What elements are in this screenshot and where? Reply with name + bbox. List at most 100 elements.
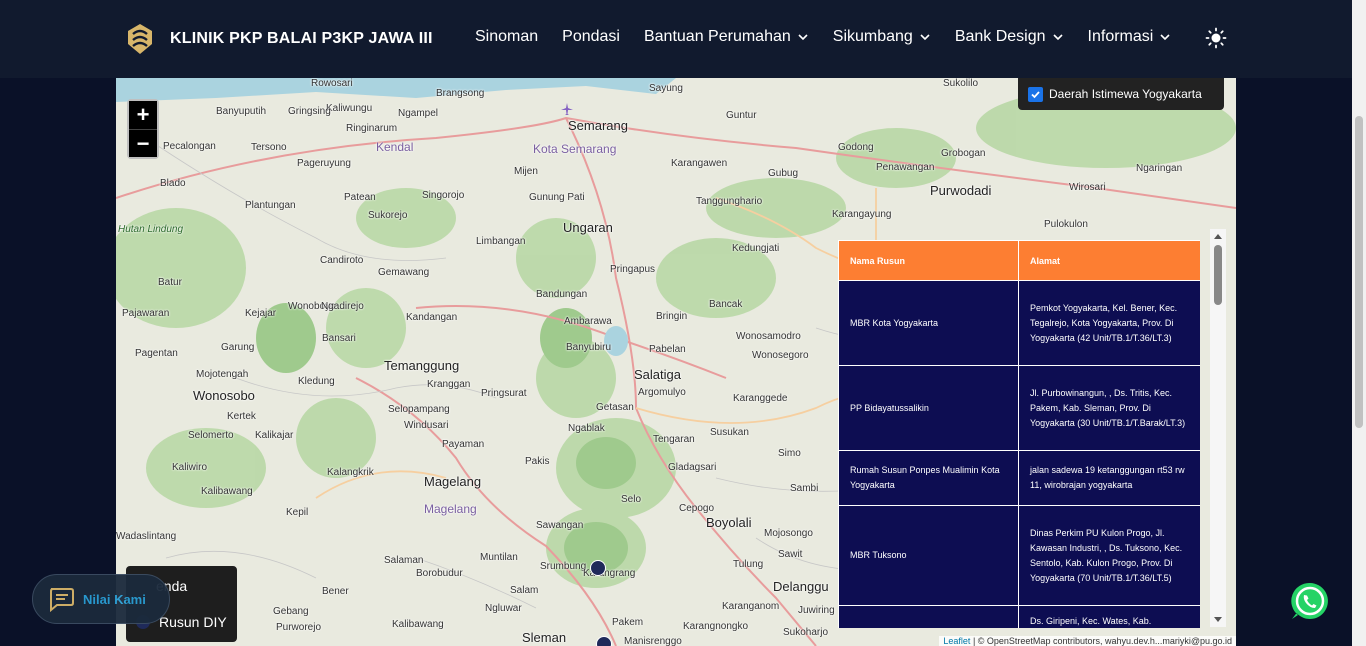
feedback-button[interactable]: Nilai Kami bbox=[32, 574, 170, 624]
map-label: Bringin bbox=[656, 311, 688, 322]
map-label: Salam bbox=[510, 585, 539, 596]
table-row[interactable]: MBR Tuksono Dinas Perkim PU Kulon Progo,… bbox=[838, 505, 1200, 606]
map-label: Pagentan bbox=[135, 348, 178, 359]
map-attribution: Leaflet | © OpenStreetMap contributors, … bbox=[939, 636, 1236, 646]
map-label: Karangayung bbox=[832, 209, 892, 220]
chevron-down-icon bbox=[1052, 34, 1063, 41]
sun-icon[interactable] bbox=[1205, 27, 1227, 49]
map-label: Pajawaran bbox=[122, 308, 170, 319]
map-label: Sleman bbox=[522, 630, 567, 645]
nav-label: Bank Design bbox=[954, 28, 1046, 45]
map-label: Batur bbox=[158, 277, 182, 288]
map-label: Wonosobo bbox=[193, 388, 255, 403]
nav-pondasi[interactable]: Pondasi bbox=[562, 28, 620, 46]
map-label: Pulokulon bbox=[1044, 219, 1088, 230]
map-label: Gebang bbox=[273, 606, 309, 617]
map-label: Cepogo bbox=[679, 503, 715, 514]
chat-icon bbox=[50, 588, 74, 612]
layer-label: Daerah Istimewa Yogyakarta bbox=[1049, 87, 1202, 101]
nav-informasi[interactable]: Informasi bbox=[1088, 28, 1172, 46]
map-label: Getasan bbox=[596, 402, 634, 413]
map-label: Gunung Pati bbox=[529, 192, 585, 203]
nav-label: Sinoman bbox=[475, 28, 539, 45]
nav-label: Bantuan Perumahan bbox=[643, 28, 791, 45]
map-label: Garung bbox=[221, 342, 255, 353]
map-label: Kaliwungu bbox=[326, 103, 373, 114]
nav-sinoman[interactable]: Sinoman bbox=[475, 28, 538, 46]
whatsapp-icon[interactable] bbox=[1289, 580, 1331, 622]
cell-alamat: Dinas Perkim PU Kulon Progo, Jl. Kawasan… bbox=[1018, 505, 1200, 606]
main-nav: Sinoman Pondasi Bantuan Perumahan Sikumb… bbox=[475, 28, 1195, 46]
brand[interactable]: KLINIK PKP BALAI P3KP JAWA III bbox=[122, 22, 433, 56]
map-label: Tengaran bbox=[653, 434, 695, 445]
cell-nama: MBR Tuksono bbox=[838, 505, 1019, 606]
rusun-marker[interactable] bbox=[590, 560, 606, 576]
rusun-marker[interactable] bbox=[596, 636, 612, 646]
map-label: Mojosongo bbox=[764, 528, 813, 539]
map-label: Tersono bbox=[251, 142, 287, 153]
map-label: Srumbung bbox=[540, 561, 587, 572]
map-label: Pakis bbox=[525, 456, 550, 467]
map-label: Wirosari bbox=[1069, 182, 1106, 193]
layer-checkbox[interactable] bbox=[1028, 86, 1043, 102]
map-label: Ngadirejo bbox=[321, 301, 364, 312]
map-label: Sukorejo bbox=[368, 210, 408, 221]
table-row[interactable]: PP Bidayatussalikin Jl. Purbowinangun, ,… bbox=[838, 365, 1200, 451]
cell-alamat: Jl. Purbowinangun, , Ds. Tritis, Kec. Pa… bbox=[1018, 365, 1200, 451]
leaflet-link[interactable]: Leaflet bbox=[943, 636, 970, 646]
column-header-alamat[interactable]: Alamat bbox=[1018, 240, 1200, 281]
chevron-down-icon bbox=[1160, 34, 1170, 41]
column-header-nama[interactable]: Nama Rusun bbox=[838, 240, 1019, 281]
map-label: Susukan bbox=[710, 427, 749, 438]
map-label: Grobogan bbox=[941, 148, 986, 159]
map-label: Sayung bbox=[649, 83, 683, 94]
map-label: Kledung bbox=[298, 376, 335, 387]
cell-alamat: Pemkot Yogyakarta, Kel. Bener, Kec. Tega… bbox=[1018, 280, 1200, 366]
map-label: Sukolilo bbox=[943, 78, 979, 89]
map-label: Manisrenggo bbox=[624, 636, 682, 646]
logo-icon bbox=[128, 24, 152, 54]
map-label: Kedungjati bbox=[732, 243, 780, 254]
map-label: Ngablak bbox=[568, 423, 605, 434]
cell-nama bbox=[838, 605, 1019, 628]
zoom-out-button[interactable]: − bbox=[129, 129, 157, 157]
brand-title: KLINIK PKP BALAI P3KP JAWA III bbox=[170, 30, 433, 47]
scroll-down-icon[interactable] bbox=[1214, 617, 1222, 622]
page-scrollbar[interactable] bbox=[1352, 0, 1366, 646]
map-label: Selo bbox=[621, 494, 642, 505]
airport-icon bbox=[561, 103, 573, 115]
map-label: Candiroto bbox=[320, 255, 364, 266]
table-scrollbar-thumb[interactable] bbox=[1214, 245, 1222, 305]
scroll-up-icon[interactable] bbox=[1214, 234, 1222, 239]
nav-label: Pondasi bbox=[562, 28, 620, 45]
nav-bantuan-perumahan[interactable]: Bantuan Perumahan bbox=[644, 28, 809, 46]
cell-nama: MBR Kota Yogyakarta bbox=[838, 280, 1019, 366]
cell-alamat: jalan sadewa 19 ketanggungan rt53 rw 11,… bbox=[1018, 450, 1200, 506]
nav-bank-design[interactable]: Bank Design bbox=[955, 28, 1064, 46]
rusun-table-container[interactable]: Nama Rusun Alamat MBR Kota Yogyakarta Pe… bbox=[838, 240, 1200, 628]
map-label: Plantungan bbox=[245, 200, 296, 211]
map-label: Magelang bbox=[424, 502, 477, 516]
map-label: Guntur bbox=[726, 110, 757, 121]
map-label: Hutan Lindung bbox=[118, 224, 184, 235]
zoom-in-button[interactable]: + bbox=[129, 101, 157, 129]
map-label: Ungaran bbox=[563, 220, 613, 235]
table-scrollbar[interactable] bbox=[1210, 229, 1226, 627]
page-scrollbar-thumb[interactable] bbox=[1355, 116, 1363, 428]
nav-sikumbang[interactable]: Sikumbang bbox=[833, 28, 931, 46]
map-label: Karanggede bbox=[733, 393, 788, 404]
table-row[interactable]: Rumah Susun Ponpes Mualimin Kota Yogyaka… bbox=[838, 450, 1200, 506]
table-row[interactable]: Ds. Giripeni, Kec. Wates, Kab. bbox=[838, 605, 1200, 628]
map-label: Pringapus bbox=[610, 264, 656, 275]
map-label: Delanggu bbox=[773, 579, 829, 594]
table-row[interactable]: MBR Kota Yogyakarta Pemkot Yogyakarta, K… bbox=[838, 280, 1200, 366]
map-label: Ngaringan bbox=[1136, 163, 1183, 174]
map-label: Mojotengah bbox=[196, 369, 249, 380]
map-label: Pecalongan bbox=[163, 141, 216, 152]
check-icon bbox=[1031, 90, 1040, 98]
map-label: Tulung bbox=[733, 559, 764, 570]
map-label: Selopampang bbox=[388, 404, 450, 415]
map-label: Gubug bbox=[768, 168, 799, 179]
map-label: Kalibawang bbox=[392, 619, 444, 630]
layer-control[interactable]: Daerah Istimewa Yogyakarta bbox=[1018, 78, 1224, 110]
